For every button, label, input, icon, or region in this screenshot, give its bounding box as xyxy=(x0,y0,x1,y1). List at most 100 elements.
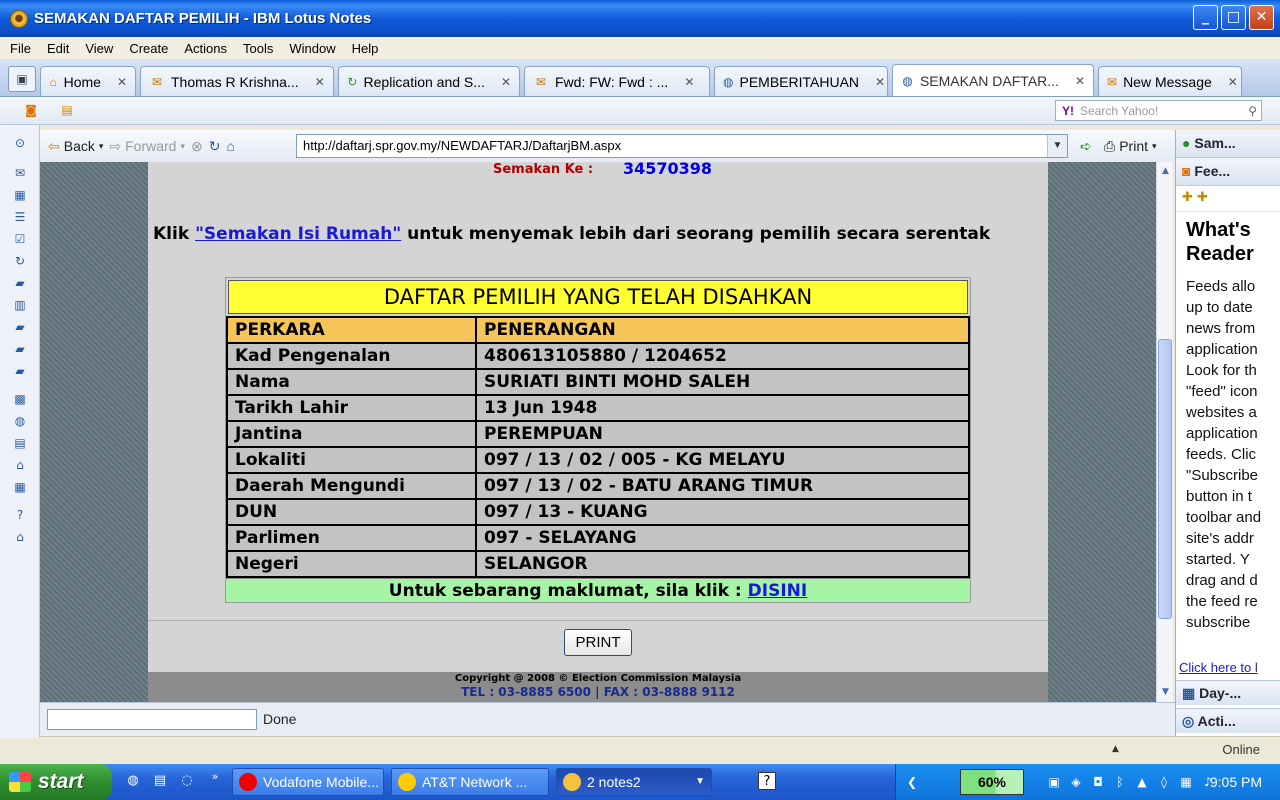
menu-view[interactable]: View xyxy=(85,41,113,56)
add-bookmark-icon[interactable]: ▤ xyxy=(58,102,76,118)
minimize-button[interactable]: _ xyxy=(1193,5,1218,30)
sidebar-panel-activities[interactable]: ◎ Acti... xyxy=(1176,708,1280,733)
go-button[interactable]: ➪ xyxy=(1080,138,1092,155)
home-button[interactable]: ⌂ xyxy=(226,138,234,154)
quicklaunch-more-icon[interactable]: » xyxy=(206,768,224,786)
tab-pemberitahuan[interactable]: ◍ PEMBERITAHUAN ✕ xyxy=(714,66,888,96)
tab-replication[interactable]: ↻ Replication and S... ✕ xyxy=(338,66,520,96)
replication-icon[interactable]: ↻ xyxy=(11,253,29,269)
maximize-button[interactable]: □ xyxy=(1221,5,1246,30)
taskbar-att-network[interactable]: AT&T Network ... xyxy=(391,768,549,796)
help-icon[interactable]: ? xyxy=(11,507,29,523)
menu-file[interactable]: File xyxy=(10,41,31,56)
menu-help[interactable]: Help xyxy=(352,41,379,56)
tab-semakan[interactable]: ◍ SEMAKAN DAFTAR... ✕ xyxy=(892,64,1094,96)
workspace-icon[interactable]: ▩ xyxy=(11,391,29,407)
table-row: Tarikh Lahir 13 Jun 1948 xyxy=(226,394,970,422)
forward-button[interactable]: ⇨ Forward ▾ xyxy=(109,138,185,155)
add-feed-alt-icon[interactable]: ✚ xyxy=(1197,190,1208,205)
add-feed-icon[interactable]: ✚ xyxy=(1182,190,1193,205)
open-list-icon[interactable]: ▣ xyxy=(8,66,36,92)
row-key: Parlimen xyxy=(226,524,477,552)
bluetooth-icon[interactable]: ᛒ xyxy=(1112,774,1128,790)
windows-logo-icon xyxy=(9,772,31,792)
chevron-down-icon[interactable]: ▼ xyxy=(1047,135,1067,157)
tab-new-message[interactable]: ✉ New Message ✕ xyxy=(1098,66,1242,96)
semakan-isi-rumah-link[interactable]: "Semakan Isi Rumah" xyxy=(195,224,401,244)
battery-meter[interactable]: 60% xyxy=(960,769,1024,795)
menu-window[interactable]: Window xyxy=(289,41,335,56)
quicklaunch-document-icon[interactable]: ▤ xyxy=(151,772,169,790)
tab-close-icon[interactable]: ✕ xyxy=(1075,74,1085,88)
network-icon[interactable]: ▣ xyxy=(1046,774,1062,790)
menu-actions[interactable]: Actions xyxy=(184,41,227,56)
scroll-up-icon[interactable]: ▲ xyxy=(1159,164,1172,179)
sidebar-panel-day-at-a-glance[interactable]: ▦ Day-... xyxy=(1176,680,1280,705)
feeds-help-link[interactable]: Click here to l xyxy=(1179,660,1258,675)
tray-expand-icon[interactable]: ❮ xyxy=(904,774,920,790)
yahoo-search-input[interactable]: Y! Search Yahoo! ⚲ xyxy=(1055,100,1262,121)
calendar-icon[interactable]: ▦ xyxy=(11,187,29,203)
taskbar-vodafone[interactable]: Vodafone Mobile... xyxy=(232,768,384,796)
globe-icon[interactable]: ◍ xyxy=(11,413,29,429)
tab-close-icon[interactable]: ✕ xyxy=(315,75,325,89)
connection-icon[interactable]: ▦ xyxy=(1178,774,1194,790)
system-tray: 60% ❮ ▣ ◈ ◘ ᛒ ▲ ◊ ▦ ♪ 9:05 PM xyxy=(895,764,1280,800)
disini-link[interactable]: DISINI xyxy=(748,581,808,601)
wireless-icon[interactable]: ◊ xyxy=(1156,774,1172,790)
alert-icon[interactable]: ▲ xyxy=(1134,774,1150,790)
shield-icon[interactable]: ◈ xyxy=(1068,774,1084,790)
page-footer: Copyright @ 2008 © Election Commission M… xyxy=(148,672,1048,702)
address-bar[interactable]: http://daftarj.spr.gov.my/NEWDAFTARJ/Daf… xyxy=(296,134,1068,158)
taskbar-notes[interactable]: 2 notes2 ▼ xyxy=(556,768,712,796)
sidebar-panel-feeds[interactable]: ◙ Fee... xyxy=(1176,158,1280,186)
quicklaunch-explorer-icon[interactable]: ◍ xyxy=(124,772,142,790)
menu-edit[interactable]: Edit xyxy=(47,41,69,56)
chevron-up-icon[interactable]: ▲ xyxy=(1112,744,1119,754)
vertical-scrollbar[interactable]: ▲ ▼ xyxy=(1156,162,1173,702)
folder-icon[interactable]: ▰ xyxy=(11,363,29,379)
tab-close-icon[interactable]: ✕ xyxy=(1228,75,1238,89)
status-input[interactable] xyxy=(47,709,257,730)
quicklaunch-chat-icon[interactable]: ◌ xyxy=(178,772,196,790)
database-icon[interactable]: ▥ xyxy=(11,297,29,313)
tab-close-icon[interactable]: ✕ xyxy=(117,75,127,89)
tab-close-icon[interactable]: ✕ xyxy=(875,75,885,89)
row-key: Negeri xyxy=(226,550,477,578)
mail-icon[interactable]: ✉ xyxy=(11,165,29,181)
document-icon[interactable]: ▤ xyxy=(11,435,29,451)
back-button[interactable]: ⇦ Back ▾ xyxy=(48,138,103,155)
scroll-thumb[interactable] xyxy=(1158,339,1172,619)
home-icon[interactable]: ⌂ xyxy=(11,529,29,545)
print-button[interactable]: ⎙ Print ▾ xyxy=(1104,138,1157,155)
folder-icon[interactable]: ▰ xyxy=(11,341,29,357)
menu-create[interactable]: Create xyxy=(129,41,168,56)
rss-icon[interactable]: ◙ xyxy=(22,102,40,118)
tab-thomas[interactable]: ✉ Thomas R Krishna... ✕ xyxy=(140,66,334,96)
table-row: Parlimen 097 - SELAYANG xyxy=(226,524,970,552)
tab-close-icon[interactable]: ✕ xyxy=(684,75,694,89)
lock-icon[interactable]: ◘ xyxy=(1090,774,1106,790)
online-status[interactable]: Online xyxy=(1222,742,1260,757)
stop-button[interactable]: ⊗ xyxy=(191,138,203,155)
tab-close-icon[interactable]: ✕ xyxy=(501,75,511,89)
menu-tools[interactable]: Tools xyxy=(243,41,273,56)
folder-icon[interactable]: ▰ xyxy=(11,319,29,335)
contacts-icon[interactable]: ☰ xyxy=(11,209,29,225)
folder-icon[interactable]: ▰ xyxy=(11,275,29,291)
store-icon[interactable]: ⌂ xyxy=(11,457,29,473)
tab-home[interactable]: ⌂ Home ✕ xyxy=(40,66,136,96)
search-icon[interactable]: ⚲ xyxy=(1248,104,1257,118)
sametime-icon: ● xyxy=(1182,135,1191,151)
reload-button[interactable]: ↻ xyxy=(209,138,221,155)
chart-icon[interactable]: ▦ xyxy=(11,479,29,495)
tab-fwd[interactable]: ✉ Fwd: FW: Fwd : ... ✕ xyxy=(524,66,710,96)
binoculars-icon[interactable]: ⊙ xyxy=(11,135,29,151)
todo-icon[interactable]: ☑ xyxy=(11,231,29,247)
close-button[interactable]: ✕ xyxy=(1249,5,1274,30)
print-page-button[interactable]: PRINT xyxy=(564,629,632,656)
help-icon[interactable]: ? xyxy=(758,772,776,790)
start-button[interactable]: start xyxy=(0,764,112,800)
scroll-down-icon[interactable]: ▼ xyxy=(1159,685,1172,700)
sidebar-panel-sametime[interactable]: ● Sam... xyxy=(1176,130,1280,158)
